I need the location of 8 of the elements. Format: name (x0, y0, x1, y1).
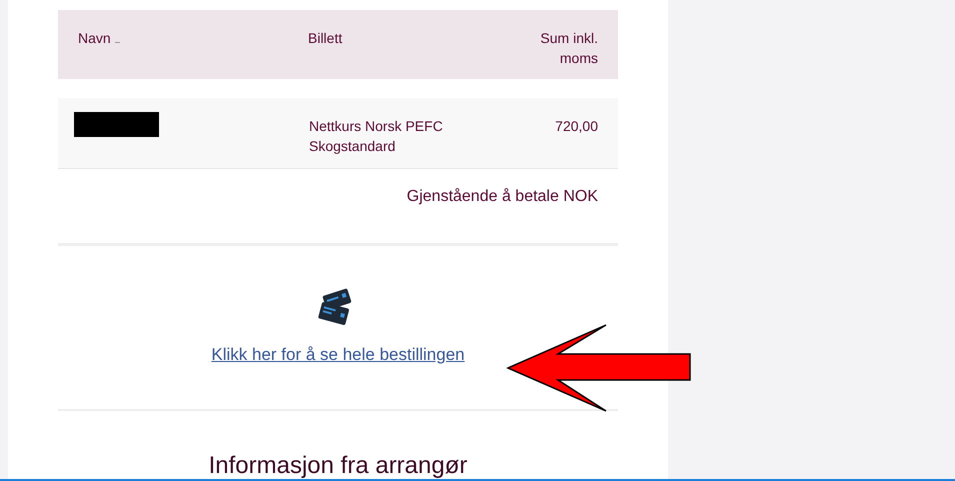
order-link[interactable]: Klikk her for å se hele bestillingen (211, 342, 465, 368)
remaining-label: Gjenstående å betale NOK (406, 186, 598, 205)
section-heading: Informasjon fra arrangør (208, 451, 468, 481)
column-header: Billett (308, 30, 342, 46)
amount: 720,00 (554, 117, 599, 136)
column-header: Sum inkl. moms (539, 29, 598, 68)
ticket-name: Nettkurs Norsk PEFC Skogstandard (309, 117, 444, 156)
column-header[interactable]: Navn (78, 30, 120, 46)
